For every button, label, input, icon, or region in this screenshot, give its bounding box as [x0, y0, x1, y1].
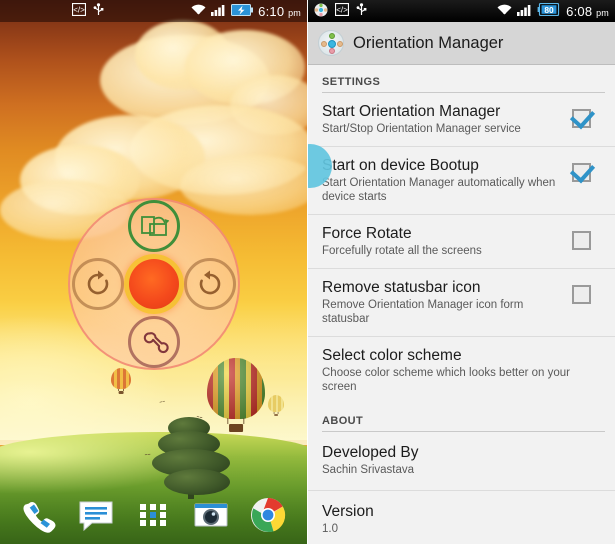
widget-settings-button[interactable]	[128, 316, 180, 368]
pref-text: Start on device Bootup Start Orientation…	[322, 156, 572, 204]
pref-summary: Choose color scheme which looks better o…	[322, 367, 571, 393]
dock-app-drawer-button[interactable]	[133, 495, 173, 535]
battery-charging-icon	[231, 3, 254, 19]
widget-auto-rotate-button[interactable]	[128, 200, 180, 252]
about-value: Sachin Srivastava	[322, 464, 415, 476]
pref-text: Select color scheme Choose color scheme …	[322, 346, 601, 394]
section-header-settings: SETTINGS	[322, 76, 381, 88]
phone-icon	[23, 502, 56, 533]
hot-air-balloon	[111, 368, 131, 394]
pref-start-on-device-bootup[interactable]: Start on device Bootup Start Orientation…	[308, 144, 615, 214]
orientation-manager-icon	[314, 3, 328, 20]
wifi-icon	[191, 3, 206, 19]
pref-remove-statusbar-icon[interactable]: Remove statusbar icon Remove Orientation…	[308, 268, 615, 336]
pref-title: Remove statusbar icon	[322, 279, 481, 296]
tree	[150, 415, 240, 500]
cellular-signal-icon	[517, 4, 532, 19]
checkbox-remove-statusbar-icon[interactable]	[572, 285, 591, 304]
pref-summary: Remove Orientation Manager icon form sta…	[322, 299, 524, 325]
section-header-about: ABOUT	[322, 415, 364, 427]
pref-text: Remove statusbar icon Remove Orientation…	[322, 278, 572, 326]
hot-air-balloon	[268, 395, 284, 416]
svg-text:</>: </>	[73, 6, 85, 15]
about-title: Developed By	[322, 444, 419, 461]
pref-text: Start Orientation Manager Start/Stop Ori…	[322, 102, 572, 136]
left-status-right-icons: 6:10 pm	[191, 3, 301, 19]
pref-text: Force Rotate Forcefully rotate all the s…	[322, 224, 572, 258]
pref-title: Start on device Bootup	[322, 157, 479, 174]
orientation-manager-widget[interactable]	[68, 198, 240, 370]
dock-camera-button[interactable]	[191, 495, 231, 535]
checkbox-start-on-device-bootup[interactable]	[572, 163, 591, 182]
left-status-icons: </>	[71, 2, 104, 20]
page-title: Orientation Manager	[353, 33, 504, 52]
widget-rotate-counterclockwise-button[interactable]	[184, 258, 236, 310]
home-dock	[0, 490, 307, 540]
wrench-settings-icon	[139, 327, 169, 357]
dock-chrome-button[interactable]	[248, 495, 288, 535]
checkbox-force-rotate[interactable]	[572, 231, 591, 250]
battery-icon: 80	[537, 2, 561, 19]
about-version[interactable]: Version 1.0	[308, 490, 615, 544]
action-bar: Orientation Manager	[308, 22, 615, 65]
left-phone-home-screen: </>	[0, 0, 307, 544]
left-clock: 6:10 pm	[258, 3, 301, 19]
preferences-list: SETTINGS Start Orientation Manager Start…	[308, 65, 615, 544]
camera-icon	[194, 503, 228, 527]
pref-title: Force Rotate	[322, 225, 412, 242]
right-phone-settings-screen: </> 80 6:08 pm Orientation Manager SETTI…	[307, 0, 615, 544]
usb-icon	[93, 2, 104, 20]
usb-icon	[356, 2, 367, 20]
pref-summary: Forcefully rotate all the screens	[322, 245, 482, 257]
two-phone-screenshots: </>	[0, 0, 615, 544]
message-icon	[79, 501, 113, 532]
pref-start-orientation-manager[interactable]: Start Orientation Manager Start/Stop Ori…	[308, 93, 615, 146]
cellular-signal-icon	[211, 4, 226, 19]
right-status-right-icons: 80 6:08 pm	[497, 2, 609, 19]
svg-text:</>: </>	[336, 6, 348, 15]
widget-rotate-clockwise-button[interactable]	[72, 258, 124, 310]
dock-messaging-button[interactable]	[76, 495, 116, 535]
about-developed-by[interactable]: Developed By Sachin Srivastava	[308, 432, 615, 490]
pref-summary: Start Orientation Manager automatically …	[322, 177, 556, 203]
widget-center-button[interactable]	[124, 254, 184, 314]
pref-title: Select color scheme	[322, 347, 462, 364]
rotate-counterclockwise-icon	[195, 269, 225, 299]
battery-level-text: 80	[545, 5, 555, 15]
developer-options-icon: </>	[334, 2, 350, 19]
right-clock: 6:08 pm	[566, 3, 609, 19]
right-status-icons: </>	[314, 2, 367, 20]
developer-options-icon: </>	[71, 2, 87, 19]
pref-title: Start Orientation Manager	[322, 103, 501, 120]
left-status-bar: </> 6:10 pm	[0, 0, 307, 22]
about-title: Version	[322, 503, 374, 520]
dock-phone-button[interactable]	[19, 495, 59, 535]
pref-select-color-scheme[interactable]: Select color scheme Choose color scheme …	[308, 336, 615, 404]
checkbox-start-orientation-manager[interactable]	[572, 109, 591, 128]
auto-rotate-screen-icon	[139, 212, 169, 240]
about-value: 1.0	[322, 523, 338, 535]
rotate-clockwise-icon	[83, 269, 113, 299]
right-status-bar: </> 80 6:08 pm	[308, 0, 615, 22]
apps-grid-icon	[140, 504, 167, 526]
pref-summary: Start/Stop Orientation Manager service	[322, 123, 521, 135]
chrome-icon	[251, 498, 286, 533]
wifi-icon	[497, 3, 512, 19]
pref-force-rotate[interactable]: Force Rotate Forcefully rotate all the s…	[308, 214, 615, 268]
orientation-manager-app-icon	[318, 30, 344, 56]
